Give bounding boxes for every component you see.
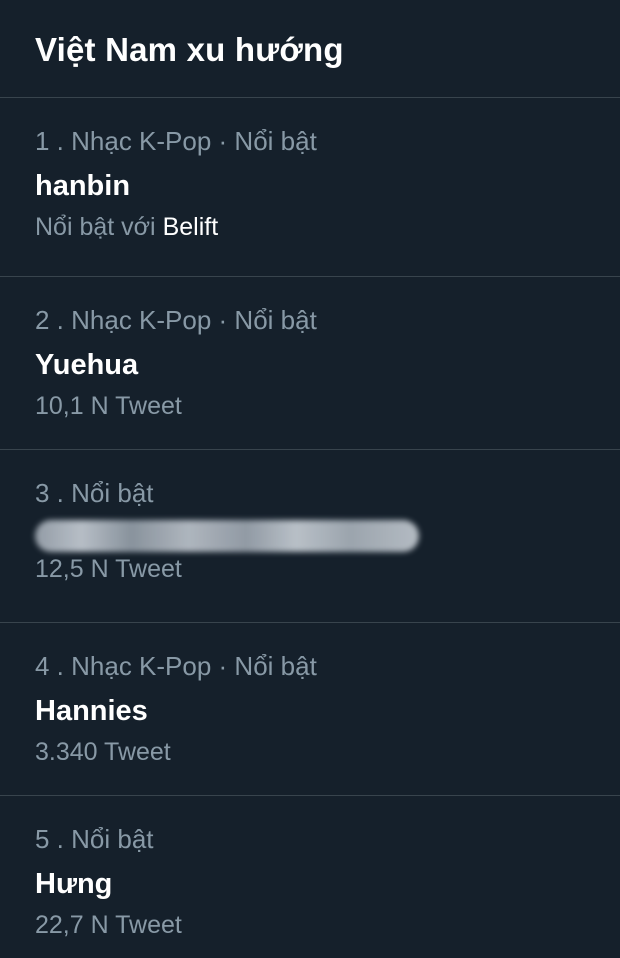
trend-meta-prefix: Nổi bật với — [35, 213, 163, 241]
page-title: Việt Nam xu hướng — [35, 31, 344, 68]
trend-tweet-count: 22,7 N Tweet — [35, 911, 182, 939]
trend-meta: Nổi bật với Belift — [35, 212, 620, 242]
trend-context: 4 . Nhạc K-Pop · Nổi bật — [35, 651, 317, 681]
trend-meta-highlight: Belift — [162, 213, 219, 241]
trend-item-1[interactable]: 1 . Nhạc K-Pop · Nổi bật hanbin Nổi bật … — [0, 98, 620, 277]
trend-item-2[interactable]: 2 . Nhạc K-Pop · Nổi bật Yuehua 10,1 N T… — [0, 277, 620, 450]
trend-tweet-count: 10,1 N Tweet — [35, 392, 182, 420]
trend-context: 3 . Nổi bật — [35, 478, 154, 508]
trends-page: Việt Nam xu hướng 1 . Nhạc K-Pop · Nổi b… — [0, 0, 620, 958]
trend-tweet-count: 12,5 N Tweet — [35, 555, 182, 583]
trend-name: Hannies — [35, 695, 148, 727]
trend-context: 2 . Nhạc K-Pop · Nổi bật — [35, 305, 317, 335]
trend-name: Hưng — [35, 868, 113, 900]
trend-item-4[interactable]: 4 . Nhạc K-Pop · Nổi bật Hannies 3.340 T… — [0, 623, 620, 796]
trend-name: hanbin — [35, 170, 131, 202]
trend-name: Yuehua — [35, 349, 139, 381]
trend-context: 5 . Nổi bật — [35, 824, 154, 854]
blurred-trend-name — [35, 520, 419, 552]
trend-context: 1 . Nhạc K-Pop · Nổi bật — [35, 126, 317, 156]
trends-header: Việt Nam xu hướng — [0, 0, 620, 98]
trend-item-5[interactable]: 5 . Nổi bật Hưng 22,7 N Tweet — [0, 796, 620, 958]
trend-tweet-count: 3.340 Tweet — [35, 738, 171, 766]
trend-item-3[interactable]: 3 . Nổi bật 12,5 N Tweet — [0, 450, 620, 623]
